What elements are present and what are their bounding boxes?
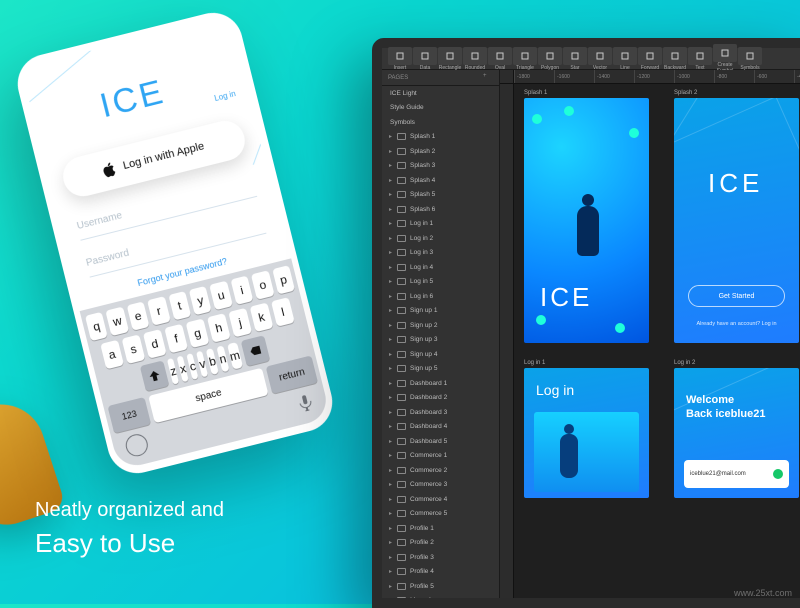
tool-triangle[interactable] — [513, 47, 537, 65]
tool-text[interactable] — [688, 47, 712, 65]
tool-vector[interactable] — [588, 47, 612, 65]
layer-item[interactable]: Profile 3 — [382, 550, 499, 565]
ruler-horizontal: -1800-1600-1400-1200-1000-800-600-400 — [514, 70, 800, 84]
key-j[interactable]: j — [228, 308, 252, 338]
artboard-login1[interactable]: Log in 1 Log in — [524, 360, 649, 498]
layer-item[interactable]: Log in 6 — [382, 289, 499, 304]
key-l[interactable]: l — [271, 297, 295, 327]
marketing-tagline: Neatly organized and Easy to Use — [35, 499, 224, 559]
key-r[interactable]: r — [147, 296, 170, 325]
layer-item[interactable]: Splash 4 — [382, 173, 499, 188]
layer-item[interactable]: Sign up 4 — [382, 347, 499, 362]
tool-rounded[interactable] — [463, 47, 487, 65]
tool-symbols[interactable] — [738, 47, 762, 65]
key-a[interactable]: a — [100, 340, 124, 370]
phone-mockup: ICE Log in Log in with Apple Username Pa… — [11, 7, 338, 480]
person-silhouette — [577, 206, 599, 256]
layer-item[interactable]: Dashboard 4 — [382, 420, 499, 435]
page-item[interactable]: Symbols — [382, 115, 499, 130]
layer-item[interactable]: Sign up 1 — [382, 304, 499, 319]
layer-item[interactable]: Commerce 4 — [382, 492, 499, 507]
layer-item[interactable]: Commerce 3 — [382, 478, 499, 493]
apple-icon — [102, 161, 117, 177]
layer-item[interactable]: Dashboard 5 — [382, 434, 499, 449]
layer-item[interactable]: Sign up 3 — [382, 333, 499, 348]
layer-item[interactable]: Sign up 2 — [382, 318, 499, 333]
tool-create-symbol[interactable] — [713, 44, 737, 62]
layer-item[interactable]: Sign up 5 — [382, 362, 499, 377]
toolbar: InsertDataRectangleRoundedOvalTrianglePo… — [382, 48, 800, 70]
laptop-mockup: InsertDataRectangleRoundedOvalTrianglePo… — [372, 38, 800, 608]
page-item[interactable]: ICE Light — [382, 86, 499, 101]
key-p[interactable]: p — [272, 265, 295, 294]
layer-item[interactable]: Commerce 5 — [382, 507, 499, 522]
key-d[interactable]: d — [143, 329, 167, 359]
layers-panel: PAGES + ICE LightStyle GuideSymbols Spla… — [382, 70, 500, 598]
tool-forward[interactable] — [638, 47, 662, 65]
tool-data[interactable] — [413, 47, 437, 65]
tool-line[interactable] — [613, 47, 637, 65]
layer-item[interactable]: Splash 1 — [382, 130, 499, 145]
key-w[interactable]: w — [106, 307, 129, 336]
layer-item[interactable]: Menu 1 — [382, 594, 499, 599]
layer-item[interactable]: Log in 2 — [382, 231, 499, 246]
key-q[interactable]: q — [85, 312, 108, 341]
key-t[interactable]: t — [168, 291, 191, 320]
layer-item[interactable]: Splash 3 — [382, 159, 499, 174]
apple-button-label: Log in with Apple — [122, 140, 206, 172]
add-page-icon[interactable]: + — [483, 73, 493, 83]
tool-backward[interactable] — [663, 47, 687, 65]
layer-item[interactable]: Log in 4 — [382, 260, 499, 275]
layer-item[interactable]: Commerce 2 — [382, 463, 499, 478]
key-u[interactable]: u — [210, 281, 233, 310]
tool-star[interactable] — [563, 47, 587, 65]
key-s[interactable]: s — [122, 334, 146, 364]
layer-item[interactable]: Log in 3 — [382, 246, 499, 261]
artboard-splash1[interactable]: Splash 1 ICE — [524, 90, 649, 343]
key-m[interactable]: m — [227, 342, 243, 370]
watermark: www.25xt.com — [734, 588, 792, 598]
backspace-key[interactable] — [240, 335, 270, 366]
shift-key[interactable] — [140, 360, 170, 391]
check-icon — [773, 469, 783, 479]
pages-header: PAGES — [388, 75, 408, 81]
layer-item[interactable]: Profile 5 — [382, 579, 499, 594]
layer-item[interactable]: Profile 2 — [382, 536, 499, 551]
tool-rectangle[interactable] — [438, 47, 462, 65]
layer-item[interactable]: Dashboard 1 — [382, 376, 499, 391]
layer-item[interactable]: Splash 2 — [382, 144, 499, 159]
layer-item[interactable]: Profile 4 — [382, 565, 499, 580]
page-item[interactable]: Style Guide — [382, 101, 499, 116]
artboard-login2[interactable]: Log in 2 WelcomeBack iceblue21 iceblue21… — [674, 360, 799, 498]
tool-oval[interactable] — [488, 47, 512, 65]
design-app-window: InsertDataRectangleRoundedOvalTrianglePo… — [382, 48, 800, 598]
key-e[interactable]: e — [126, 301, 149, 330]
emoji-icon[interactable] — [123, 432, 150, 459]
layer-item[interactable]: Log in 1 — [382, 217, 499, 232]
ruler-vertical — [500, 84, 514, 598]
mic-icon[interactable] — [295, 392, 317, 414]
tool-polygon[interactable] — [538, 47, 562, 65]
key-f[interactable]: f — [164, 324, 188, 354]
layer-item[interactable]: Commerce 1 — [382, 449, 499, 464]
artboard-splash2[interactable]: Splash 2 ICE Get Started Already have an… — [674, 90, 799, 343]
email-card: iceblue21@mail.com — [684, 460, 789, 488]
layer-item[interactable]: Dashboard 3 — [382, 405, 499, 420]
layer-item[interactable]: Log in 5 — [382, 275, 499, 290]
key-h[interactable]: h — [207, 313, 231, 343]
tool-insert[interactable] — [388, 47, 412, 65]
key-g[interactable]: g — [186, 318, 210, 348]
key-i[interactable]: i — [230, 275, 253, 304]
layer-item[interactable]: Profile 1 — [382, 521, 499, 536]
key-y[interactable]: y — [189, 286, 212, 315]
get-started-button[interactable]: Get Started — [688, 285, 785, 307]
key-k[interactable]: k — [250, 302, 274, 332]
canvas[interactable]: -1800-1600-1400-1200-1000-800-600-400 Sp… — [500, 70, 800, 598]
layer-item[interactable]: Splash 5 — [382, 188, 499, 203]
layer-item[interactable]: Splash 6 — [382, 202, 499, 217]
key-o[interactable]: o — [251, 270, 274, 299]
layer-item[interactable]: Dashboard 2 — [382, 391, 499, 406]
